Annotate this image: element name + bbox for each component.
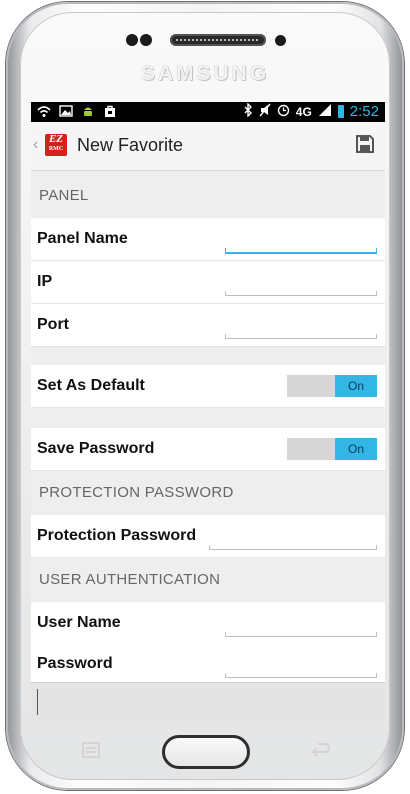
picture-icon	[59, 104, 73, 118]
signal-icon	[318, 103, 332, 120]
port-label: Port	[37, 316, 69, 333]
password-label: Password	[37, 655, 113, 672]
shopping-bag-icon	[103, 104, 117, 118]
front-sensor-2	[140, 34, 152, 46]
set-default-row: Set As Default On	[31, 365, 385, 408]
password-underline	[225, 673, 377, 678]
section-title-panel: PANEL	[39, 187, 89, 204]
save-password-row: Save Password On	[31, 428, 385, 471]
user-name-row: User Name	[31, 602, 385, 645]
section-header-user-auth: USER AUTHENTICATION	[31, 558, 385, 602]
home-button[interactable]	[162, 735, 250, 769]
protection-password-label: Protection Password	[37, 527, 197, 544]
section-header-panel: PANEL	[31, 174, 385, 218]
port-underline	[225, 334, 377, 339]
ip-row: IP	[31, 261, 385, 304]
section-title-user-auth: USER AUTHENTICATION	[39, 571, 221, 588]
front-sensor	[126, 34, 138, 46]
protection-password-underline	[209, 545, 377, 550]
action-bar: ‹ EZ RMC New Favorite	[31, 122, 385, 171]
wifi-icon	[37, 104, 51, 118]
panel-name-label: Panel Name	[37, 230, 128, 247]
protection-password-row: Protection Password	[31, 515, 385, 558]
menu-key-icon[interactable]	[80, 740, 106, 762]
port-input[interactable]	[225, 320, 375, 334]
set-default-label: Set As Default	[37, 377, 145, 394]
panel-name-input[interactable]	[225, 234, 375, 248]
bottom-text-area[interactable]	[31, 682, 385, 722]
port-row: Port	[31, 304, 385, 347]
bluetooth-icon	[243, 102, 253, 120]
app-logo-ez: EZ	[48, 133, 64, 145]
set-default-toggle[interactable]: On	[287, 375, 377, 397]
section-header-protection: PROTECTION PASSWORD	[31, 471, 385, 515]
mute-icon	[259, 103, 271, 120]
back-key-icon[interactable]	[308, 740, 334, 762]
clock-time: 2:52	[349, 103, 379, 120]
text-cursor	[37, 689, 38, 715]
password-input[interactable]	[225, 659, 375, 673]
app-logo-rmc: RMC	[48, 146, 64, 152]
phone-screen: 4G 2:52 ‹ EZ RMC New Favorite PANEL Pane…	[31, 102, 385, 722]
user-name-underline	[225, 632, 377, 637]
protection-password-input[interactable]	[209, 531, 375, 545]
spacer	[31, 408, 385, 428]
page-title: New Favorite	[77, 135, 184, 155]
brand-logo: SAMSUNG	[140, 62, 270, 85]
ip-label: IP	[37, 273, 53, 290]
save-password-toggle[interactable]: On	[287, 438, 377, 460]
battery-icon	[337, 105, 344, 118]
ip-underline	[225, 291, 377, 296]
spacer	[31, 347, 385, 365]
app-logo[interactable]: EZ RMC	[45, 134, 67, 156]
status-bar: 4G 2:52	[31, 102, 385, 122]
user-name-input[interactable]	[225, 618, 375, 632]
save-password-label: Save Password	[37, 440, 155, 457]
user-name-label: User Name	[37, 614, 121, 631]
ip-input[interactable]	[225, 277, 375, 291]
network-type: 4G	[295, 104, 312, 119]
back-caret-icon[interactable]: ‹	[33, 136, 38, 154]
password-row: Password	[31, 643, 385, 686]
panel-name-underline	[225, 248, 377, 254]
panel-name-row: Panel Name	[31, 218, 385, 261]
alarm-icon	[277, 103, 290, 120]
save-icon[interactable]	[355, 134, 375, 154]
toggle-on-thumb: On	[335, 375, 377, 397]
toggle-on-thumb: On	[335, 438, 377, 460]
earpiece-speaker	[170, 34, 266, 46]
front-camera	[275, 35, 286, 46]
section-title-protection: PROTECTION PASSWORD	[39, 484, 234, 501]
android-icon	[81, 104, 95, 118]
